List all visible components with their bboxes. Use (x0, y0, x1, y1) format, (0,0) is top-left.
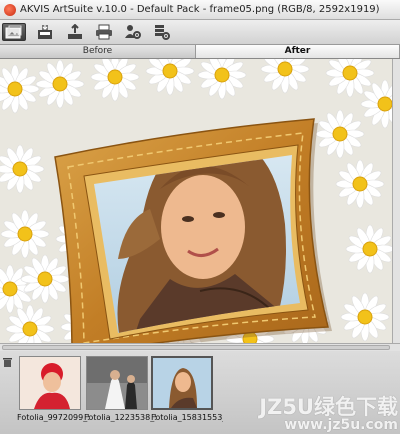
thumbnail-image-1 (20, 357, 80, 409)
save-icon (38, 25, 52, 39)
thumbnail-1[interactable] (19, 356, 81, 410)
tab-before[interactable]: Before (0, 45, 196, 58)
image-canvas[interactable] (0, 59, 392, 343)
print-button[interactable] (94, 23, 114, 41)
save-button[interactable] (36, 23, 54, 41)
export-button[interactable] (66, 23, 84, 41)
thumbnail-label-1: Fotolia_9972099_S... (17, 413, 89, 422)
tab-after[interactable]: After (196, 45, 400, 58)
open-image-button[interactable] (2, 23, 26, 41)
view-tabs: Before After (0, 45, 400, 59)
toolbar (0, 20, 400, 45)
result-image (0, 59, 392, 343)
thumbnail-image-3 (153, 358, 211, 408)
batch-button[interactable] (152, 23, 172, 41)
window-title: AKVIS ArtSuite v.10.0 - Default Pack - f… (20, 4, 380, 15)
watermark-url: www.jz5u.com (284, 417, 398, 433)
thumbnail-3[interactable] (151, 356, 213, 410)
export-icon (68, 24, 82, 39)
thumbnail-2[interactable] (86, 356, 148, 410)
batch-settings-icon (155, 24, 170, 40)
settings-person-icon (125, 24, 141, 39)
horizontal-scroll-thumb[interactable] (2, 345, 390, 350)
preferences-button[interactable] (123, 23, 143, 41)
vertical-scrollbar[interactable] (392, 59, 400, 343)
watermark: JZ5U绿色下载 www.jz5u.com (259, 395, 398, 433)
watermark-main: JZ5U绿色下载 (259, 395, 398, 419)
image-filmstrip: Fotolia_9972099_S... Fotolia_1223538_S..… (0, 351, 400, 434)
title-bar: AKVIS ArtSuite v.10.0 - Default Pack - f… (0, 0, 400, 20)
open-image-icon (5, 25, 22, 39)
app-logo-icon (4, 3, 16, 16)
thumbnail-label-2: Fotolia_1223538_S... (84, 413, 156, 422)
thumbnail-image-2 (87, 357, 147, 409)
thumbnail-label-3: Fotolia_15831553_... (151, 413, 223, 422)
trash-icon[interactable] (3, 357, 12, 367)
print-icon (96, 24, 112, 40)
horizontal-scrollbar[interactable] (0, 343, 400, 351)
